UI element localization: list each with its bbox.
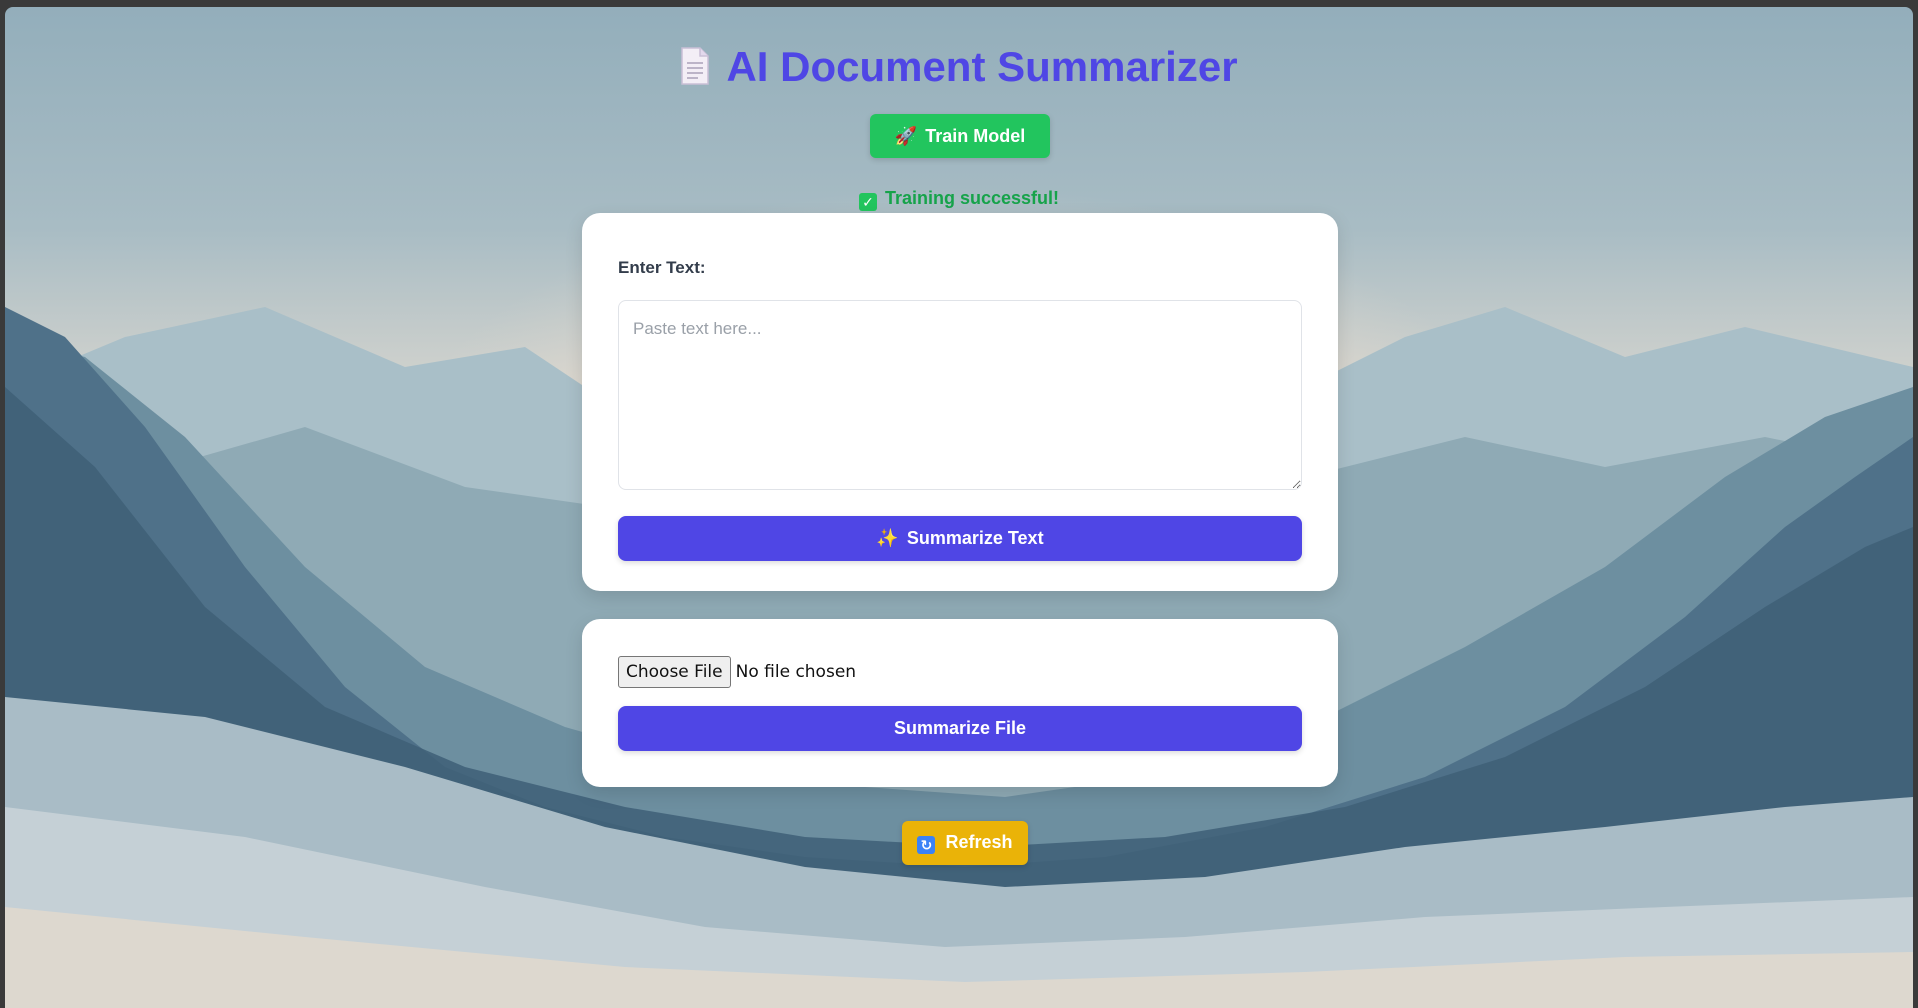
text-input[interactable] [618, 300, 1302, 490]
document-icon [681, 47, 710, 85]
summarize-text-label: Summarize Text [906, 528, 1044, 548]
enter-text-label: Enter Text: [618, 258, 706, 277]
file-summary-card: Choose File No file chosen Summarize Fil… [582, 619, 1338, 787]
summarize-file-label: Summarize File [893, 718, 1027, 738]
refresh-label: Refresh [945, 832, 1013, 852]
refresh-icon: ↻ [917, 836, 936, 854]
file-input: Choose File No file chosen [618, 656, 856, 688]
page-title: AI Document Summarizer [5, 43, 1913, 91]
sparkles-icon: ✨ [876, 528, 899, 548]
text-summary-card: Enter Text: ✨ Summarize Text [582, 213, 1338, 591]
training-status-text: Training successful! [884, 188, 1060, 208]
train-model-button[interactable]: 🚀 Train Model [870, 114, 1050, 158]
page-content: AI Document Summarizer 🚀 Train Model ✓ Tra… [5, 7, 1913, 1008]
browser-viewport: AI Document Summarizer 🚀 Train Model ✓ Tra… [5, 7, 1913, 1008]
summarize-file-button[interactable]: Summarize File [618, 706, 1302, 751]
rocket-icon: 🚀 [894, 125, 918, 146]
file-status-text: No file chosen [735, 662, 857, 682]
summarize-text-button[interactable]: ✨ Summarize Text [618, 516, 1302, 561]
refresh-button[interactable]: ↻ Refresh [902, 821, 1028, 865]
check-icon: ✓ [858, 193, 877, 211]
train-model-label: Train Model [925, 125, 1026, 146]
training-status: ✓ Training successful! [5, 188, 1913, 211]
choose-file-button[interactable]: Choose File [618, 656, 731, 688]
page-title-text: AI Document Summarizer [726, 43, 1238, 90]
